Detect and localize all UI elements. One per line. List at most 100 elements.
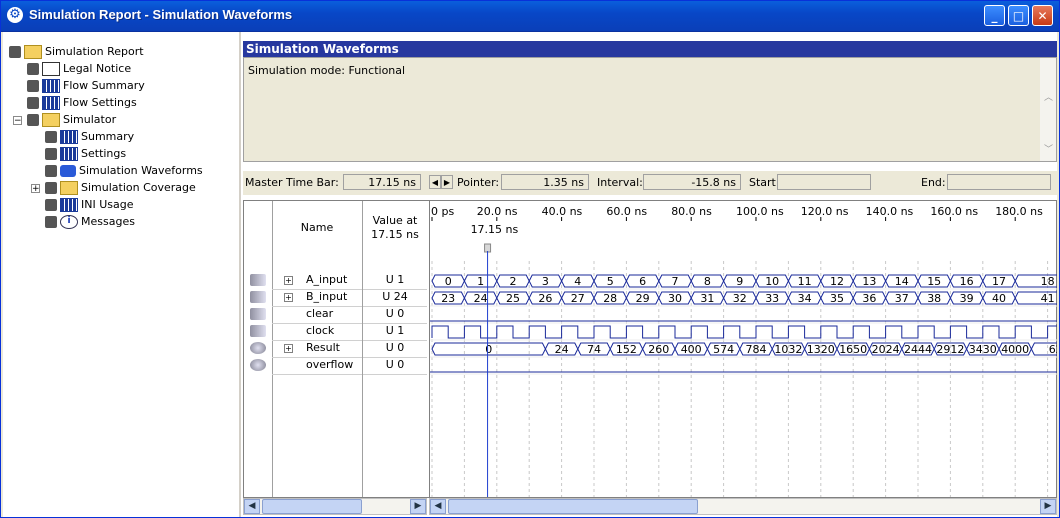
scroll-thumb[interactable] [262, 499, 362, 514]
tree-item-settings[interactable]: Settings [45, 146, 126, 162]
time-tick-label: 120.0 ns [801, 205, 849, 218]
bus-value-label: 41 [1041, 292, 1055, 305]
bus-value-label: 35 [830, 292, 844, 305]
clock-waveform [431, 325, 1057, 339]
bus-value-label: 1650 [839, 343, 867, 356]
scroll-left-icon[interactable]: ◀ [244, 499, 260, 514]
value-header-line2: 17.15 ns [371, 228, 419, 241]
signal-name-overflow[interactable]: overflow [306, 358, 353, 372]
maximize-button[interactable]: □ [1008, 5, 1029, 26]
tree-item-simulation-coverage[interactable]: Simulation Coverage [45, 180, 196, 196]
tree-item-label: INI Usage [81, 198, 134, 211]
signal-value-a_input: U 1 [385, 273, 405, 286]
time-tick-label: 180.0 ns [995, 205, 1043, 218]
time-tick-label: 0 ps [431, 205, 454, 218]
tree-item-flow-settings[interactable]: Flow Settings [27, 95, 137, 111]
bus-value-label: 4000 [1001, 343, 1029, 356]
tree-item-legal-notice[interactable]: Legal Notice [27, 61, 131, 77]
printer-icon [45, 199, 57, 211]
tree-item-simulation-report[interactable]: Simulation Report [9, 44, 144, 60]
bus-value-label: 36 [862, 292, 876, 305]
bus-value-label: 7 [672, 275, 679, 288]
master-time-bar-field[interactable]: 17.15 ns [343, 174, 421, 190]
bus-value-label: 30 [668, 292, 682, 305]
app-icon: ⚙ [7, 7, 23, 23]
signal-name-result[interactable]: Result [306, 341, 340, 355]
signal-name-b_input[interactable]: B_input [306, 290, 347, 304]
tree-item-simulator[interactable]: Simulator [27, 112, 116, 128]
printer-icon [45, 148, 57, 160]
printer-icon [27, 63, 39, 75]
names-horizontal-scrollbar[interactable]: ◀ ▶ [243, 498, 427, 515]
bus-value-label: 6 [639, 275, 646, 288]
tree-item-ini-usage[interactable]: INI Usage [45, 197, 134, 213]
bus-value-label: 1032 [774, 343, 802, 356]
signal-name-clock[interactable]: clock [306, 324, 334, 338]
waveform-area[interactable]: 0 ps 20.0 ns 40.0 ns 60.0 ns 80.0 ns 100.0 ns… [430, 201, 1057, 497]
tree-expander-4[interactable]: − [13, 116, 22, 126]
tree-item-flow-summary[interactable]: Flow Summary [27, 78, 145, 94]
window-title: Simulation Report - Simulation Waveforms [29, 7, 293, 22]
minimize-button[interactable]: _ [984, 5, 1005, 26]
bus-value-label: 27 [571, 292, 585, 305]
wave-scroll-thumb[interactable] [448, 499, 698, 514]
bus-value-label: 32 [733, 292, 747, 305]
pointer-field: 1.35 ns [501, 174, 589, 190]
bus-value-label: 1 [477, 275, 484, 288]
tree-item-label: Simulation Report [45, 45, 144, 58]
wave-scroll-left-icon[interactable]: ◀ [430, 499, 446, 514]
bus-value-label: 62 [1049, 343, 1057, 356]
signal-name-clear[interactable]: clear [306, 307, 333, 321]
tree-item-summary[interactable]: Summary [45, 129, 134, 145]
info-icon: i [60, 215, 78, 229]
signal-type-column [244, 201, 273, 497]
bus-value-label: 25 [506, 292, 520, 305]
printer-icon [45, 216, 57, 228]
signal-expand-icon[interactable]: + [284, 276, 293, 285]
tree-item-simulation-waveforms[interactable]: Simulation Waveforms [45, 163, 203, 179]
arrow-left-icon[interactable]: ◀ [429, 175, 441, 189]
tree-expander-8[interactable]: + [31, 184, 40, 194]
bus-value-label: 28 [603, 292, 617, 305]
input-pin-icon [250, 291, 266, 303]
input-pin-icon [250, 325, 266, 337]
folder-icon [42, 113, 60, 127]
signal-expand-icon[interactable]: + [284, 344, 293, 353]
bus-value-label: 26 [538, 292, 552, 305]
cursor-handle [484, 243, 492, 253]
row-divider [272, 374, 362, 375]
simulation-mode-text: Simulation mode: Functional [248, 64, 406, 77]
bus-value-label: 574 [713, 343, 734, 356]
simulation-report-window: ⚙ Simulation Report - Simulation Wavefor… [0, 0, 1060, 518]
tree-item-messages[interactable]: i Messages [45, 214, 135, 230]
bus-value-label: 8 [704, 275, 711, 288]
printer-icon [9, 46, 21, 58]
output-pin-icon [250, 359, 266, 371]
bus-value-label: 5 [607, 275, 614, 288]
bus-value-label: 784 [746, 343, 767, 356]
title-bar[interactable]: ⚙ Simulation Report - Simulation Wavefor… [1, 1, 1059, 32]
scroll-right-icon[interactable]: ▶ [410, 499, 426, 514]
waveform-canvas[interactable]: 0 ps 20.0 ns 40.0 ns 60.0 ns 80.0 ns 100.0 ns… [430, 201, 1057, 497]
bus-value-label: 2444 [904, 343, 932, 356]
arrow-right-icon[interactable]: ▶ [441, 175, 453, 189]
signal-expand-icon[interactable]: + [284, 293, 293, 302]
waveform-grid: Name + A_input + B_inputclear clock + Result ov… [243, 200, 1057, 498]
time-tick-label: 60.0 ns [606, 205, 647, 218]
bus-value-label: 39 [960, 292, 974, 305]
name-header: Name [300, 221, 334, 234]
waveform-horizontal-scrollbar[interactable]: ◀ ▶ [429, 498, 1057, 515]
wave-scroll-right-icon[interactable]: ▶ [1040, 499, 1056, 514]
bus-value-label: 34 [798, 292, 812, 305]
bus-value-label: 29 [636, 292, 650, 305]
tree-item-label: Summary [81, 130, 135, 143]
printer-icon [45, 182, 57, 194]
start-label: Start: [749, 176, 780, 189]
close-button[interactable]: ✕ [1032, 5, 1053, 26]
signal-name-a_input[interactable]: A_input [306, 273, 347, 287]
signal-value-overflow: U 0 [385, 358, 405, 371]
bus-value-label: 1320 [807, 343, 835, 356]
folder-icon [60, 181, 78, 195]
bus-value-label: 2024 [872, 343, 900, 356]
mode-vertical-scrollbar[interactable]: ︿ ﹀ [1040, 58, 1056, 161]
